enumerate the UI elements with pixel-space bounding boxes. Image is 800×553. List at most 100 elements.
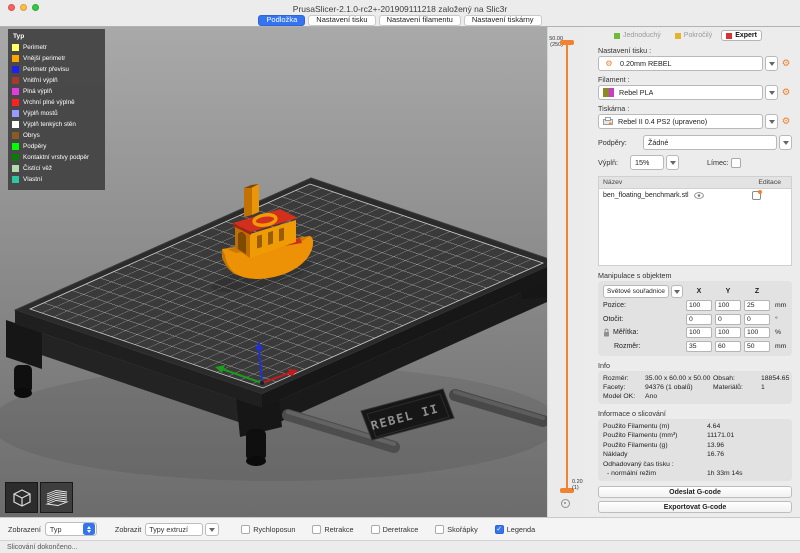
sliced-info-title: Informace o slicování — [598, 409, 792, 418]
manipulation-title: Manipulace s objektem — [598, 271, 792, 280]
view-type-select[interactable]: Typ — [45, 522, 97, 536]
position-z-input[interactable] — [744, 300, 770, 311]
printer-dropdown-chevron-icon[interactable] — [765, 114, 778, 129]
3d-editor-view-button[interactable] — [5, 482, 38, 513]
preview-view-button[interactable] — [40, 482, 73, 513]
main-tabs: Podložka Nastavení tisku Nastavení filam… — [0, 14, 800, 26]
model-size-value: 35.00 x 60.00 x 50.00 — [645, 375, 711, 382]
legend-swatch — [12, 176, 19, 183]
unretractions-checkbox-group[interactable]: Deretrakce — [371, 525, 419, 534]
legend-checkbox[interactable] — [495, 525, 504, 534]
legend-swatch — [12, 88, 19, 95]
tab-printer-settings[interactable]: Nastavení tiskárny — [464, 15, 542, 26]
one-layer-lock-icon[interactable] — [561, 499, 570, 508]
infill-dropdown-chevron-icon[interactable] — [666, 155, 679, 170]
filament-g-value: 13.96 — [707, 442, 787, 449]
expert-mode-icon — [726, 33, 732, 39]
3d-viewport[interactable]: REBEL II — [0, 27, 547, 517]
printer-label: Tiskárna : — [598, 104, 792, 113]
filament-profile-select[interactable]: Rebel PLA — [598, 85, 763, 100]
coordinate-space-chevron-icon[interactable] — [671, 285, 683, 298]
sliced-info-panel: Použito Filamentu (m)4.64 Použito Filame… — [598, 419, 792, 482]
layers-icon — [44, 487, 70, 509]
scale-z-input[interactable] — [744, 327, 770, 338]
filament-settings-gear-icon[interactable]: ⚙ — [780, 85, 792, 100]
send-gcode-button[interactable]: Odeslat G-code — [598, 486, 792, 498]
size-z-input[interactable] — [744, 341, 770, 352]
printer-profile-select[interactable]: Rebel II 0.4 PS2 (upraveno) — [598, 114, 763, 129]
printer-settings-gear-icon[interactable]: ⚙ — [780, 114, 792, 129]
legend-swatch — [12, 132, 19, 139]
rotate-label: Otočit: — [603, 316, 683, 323]
show-features-select[interactable]: Typy extruzí — [145, 523, 203, 536]
retractions-checkbox-group[interactable]: Retrakce — [312, 525, 353, 534]
feature-type-legend: Typ Perimetr Vnější perimetr Perimetr př… — [8, 29, 105, 190]
position-y-input[interactable] — [715, 300, 741, 311]
tab-plater[interactable]: Podložka — [258, 15, 305, 26]
print-profile-dropdown-chevron-icon[interactable] — [765, 56, 778, 71]
right-sidebar: Jednoduchý Pokročilý Expert Nastavení ti… — [585, 27, 800, 517]
layer-slider-track[interactable] — [566, 44, 568, 493]
prusaslicer-window: PrusaSlicer-2.1.0-rc2+-201909111218 zalo… — [0, 0, 800, 553]
window-title: PrusaSlicer-2.1.0-rc2+-201909111218 zalo… — [0, 0, 800, 14]
coordinate-space-select[interactable]: Světové souřadnice — [603, 285, 669, 298]
travel-checkbox[interactable] — [241, 525, 250, 534]
edit-object-icon[interactable] — [752, 191, 761, 200]
rotate-y-input[interactable] — [715, 314, 741, 325]
scale-x-input[interactable] — [686, 327, 712, 338]
object-list[interactable]: ben_floating_benchmark.stl — [598, 188, 792, 266]
shells-checkbox-group[interactable]: Skořápky — [435, 525, 477, 534]
cost-value: 16.76 — [707, 451, 787, 458]
infill-select[interactable]: 15% — [630, 155, 664, 170]
size-x-input[interactable] — [686, 341, 712, 352]
mode-advanced-button[interactable]: Pokročilý — [670, 30, 717, 41]
titlebar: PrusaSlicer-2.1.0-rc2+-201909111218 zalo… — [0, 0, 800, 14]
export-gcode-button[interactable]: Exportovat G-code — [598, 501, 792, 513]
model-facets-value: 94376 (1 obalů) — [645, 384, 711, 391]
mode-expert-button[interactable]: Expert — [721, 30, 762, 41]
edit-column-header: Editace — [758, 179, 781, 186]
object-list-header: Název Editace — [598, 176, 792, 188]
object-list-row[interactable]: ben_floating_benchmark.stl — [599, 189, 791, 202]
window-header: PrusaSlicer-2.1.0-rc2+-201909111218 zalo… — [0, 0, 800, 27]
rotate-x-input[interactable] — [686, 314, 712, 325]
position-x-input[interactable] — [686, 300, 712, 311]
show-features-chevron-icon[interactable] — [205, 523, 219, 536]
print-settings-label: Nastavení tisku : — [598, 46, 792, 55]
brim-checkbox[interactable] — [731, 158, 741, 168]
size-y-input[interactable] — [715, 341, 741, 352]
mode-simple-button[interactable]: Jednoduchý — [609, 30, 666, 41]
object-name: ben_floating_benchmark.stl — [603, 192, 689, 199]
brim-label: Límec: — [707, 158, 729, 167]
shells-checkbox[interactable] — [435, 525, 444, 534]
unretractions-checkbox[interactable] — [371, 525, 380, 534]
model-volume-value: 18854.65 — [761, 375, 789, 382]
print-profile-select[interactable]: ⚙ 0.20mm REBEL — [598, 56, 763, 71]
eye-icon[interactable] — [694, 192, 704, 199]
minimize-window-icon[interactable] — [20, 4, 27, 11]
lock-icon[interactable] — [603, 328, 610, 337]
supports-select[interactable]: Žádné — [643, 135, 777, 150]
name-column-header: Název — [603, 179, 622, 186]
layer-slider-strip: 50.00(250) 0.20(1) — [547, 27, 585, 517]
select-stepper-icon — [83, 523, 95, 535]
tab-filament-settings[interactable]: Nastavení filamentu — [379, 15, 461, 26]
view-mode-toggles — [5, 482, 73, 513]
legend-swatch — [12, 121, 19, 128]
supports-dropdown-chevron-icon[interactable] — [779, 135, 792, 150]
tab-print-settings[interactable]: Nastavení tisku — [308, 15, 375, 26]
rotate-z-input[interactable] — [744, 314, 770, 325]
retractions-checkbox[interactable] — [312, 525, 321, 534]
position-label: Pozice: — [603, 302, 683, 309]
layer-slider-top-handle[interactable] — [560, 40, 574, 45]
zoom-window-icon[interactable] — [32, 4, 39, 11]
filament-dropdown-chevron-icon[interactable] — [765, 85, 778, 100]
legend-checkbox-group[interactable]: Legenda — [495, 525, 535, 534]
info-title: Info — [598, 361, 792, 370]
print-time-value: 1h 33m 14s — [707, 470, 787, 477]
scale-y-input[interactable] — [715, 327, 741, 338]
travel-checkbox-group[interactable]: Rychloposun — [241, 525, 295, 534]
close-window-icon[interactable] — [8, 4, 15, 11]
print-settings-gear-icon[interactable]: ⚙ — [780, 56, 792, 71]
legend-swatch — [12, 99, 19, 106]
